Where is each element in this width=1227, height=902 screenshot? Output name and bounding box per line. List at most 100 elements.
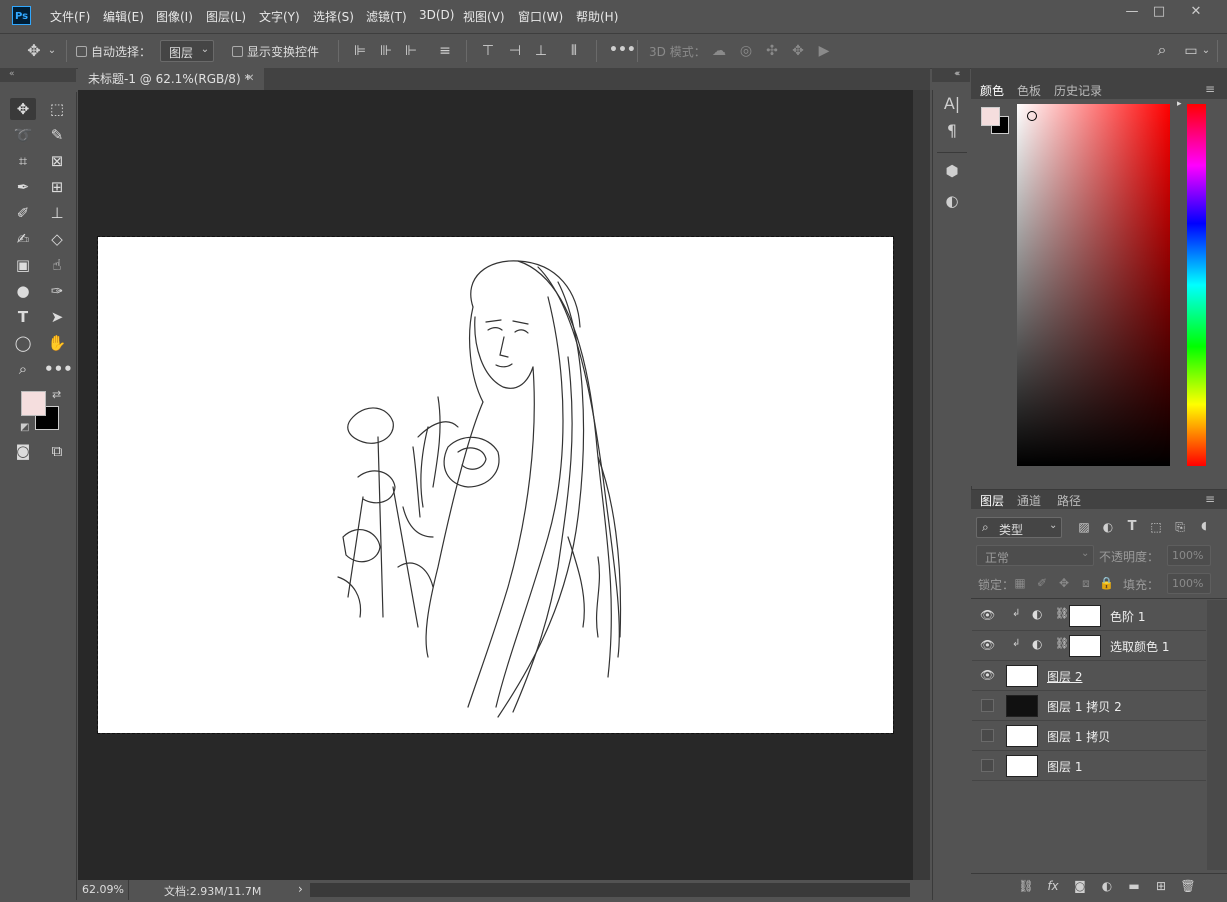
panel-dock-header[interactable]: «	[932, 68, 970, 82]
distribute-icon[interactable]: ≡	[437, 42, 453, 60]
quick-mask-icon[interactable]: ◙	[10, 440, 36, 462]
more-tools-icon[interactable]: •••	[44, 358, 73, 380]
align-center-icon[interactable]: ⊪	[378, 42, 394, 60]
zoom-level[interactable]: 62.09%	[82, 883, 124, 896]
layers-scrollbar[interactable]	[1207, 600, 1227, 870]
lock-position-icon[interactable]: ✥	[1057, 574, 1071, 592]
screen-mode-icon[interactable]: ⧉	[44, 440, 70, 462]
layer-thumbnail[interactable]	[1006, 665, 1038, 687]
layer-row[interactable]: 图层 1	[972, 751, 1206, 781]
tab-layers[interactable]: 图层	[980, 492, 1004, 509]
menu-window[interactable]: 窗口(W)	[518, 8, 563, 25]
layer-row[interactable]: 👁 ↲ ◐ ⛓ 色阶 1	[972, 601, 1206, 631]
layer-name[interactable]: 图层 1	[1047, 758, 1082, 775]
new-layer-icon[interactable]: ⊞	[1153, 877, 1169, 895]
layer-filter-dropdown[interactable]: ⌕ 类型 ⌄	[976, 517, 1062, 538]
filter-smart-object-icon[interactable]: ⎘	[1172, 518, 1188, 536]
layer-thumbnail[interactable]	[1006, 725, 1038, 747]
3d-panel-icon[interactable]: ⬢	[942, 162, 962, 180]
menu-help[interactable]: 帮助(H)	[576, 8, 618, 25]
eraser-tool-icon[interactable]: ◇	[44, 228, 70, 250]
eye-icon[interactable]: 👁	[980, 668, 995, 682]
lock-transparent-icon[interactable]: ▦	[1013, 574, 1027, 592]
chain-link-icon[interactable]: ⛓	[1055, 607, 1069, 620]
layer-row[interactable]: 👁 图层 2	[972, 661, 1206, 691]
more-options-icon[interactable]: •••	[609, 41, 636, 59]
crop-tool-icon[interactable]: ⌗	[10, 150, 36, 172]
chain-link-icon[interactable]: ⛓	[1055, 637, 1069, 650]
photoshop-logo-icon[interactable]: Ps	[12, 6, 31, 25]
tab-color[interactable]: 颜色	[980, 82, 1004, 99]
hue-slider[interactable]	[1187, 104, 1206, 466]
show-transform-checkbox[interactable]	[232, 46, 243, 57]
lasso-tool-icon[interactable]: ➰	[10, 124, 36, 146]
adjustments-panel-icon[interactable]: ◐	[942, 192, 962, 210]
marquee-tool-icon[interactable]: ⬚	[44, 98, 70, 120]
layer-name[interactable]: 色阶 1	[1110, 608, 1145, 625]
layer-mask-thumbnail[interactable]	[1069, 605, 1101, 627]
toolbox-header[interactable]: «	[0, 68, 76, 82]
collapse-icon[interactable]: «	[955, 68, 961, 81]
layer-row[interactable]: 图层 1 拷贝	[972, 721, 1206, 751]
menu-view[interactable]: 视图(V)	[463, 8, 505, 25]
layer-name[interactable]: 图层 1 拷贝	[1047, 728, 1110, 745]
fx-icon[interactable]: fx	[1045, 877, 1061, 895]
layer-thumbnail[interactable]	[1006, 755, 1038, 777]
menu-3d[interactable]: 3D(D)	[419, 8, 454, 22]
visibility-toggle[interactable]	[981, 729, 994, 742]
ellipse-tool-icon[interactable]: ◯	[10, 332, 36, 354]
distribute-vertical-icon[interactable]: ⫴	[566, 42, 582, 60]
move-tool-icon[interactable]: ✥	[10, 98, 36, 120]
lock-pixels-icon[interactable]: ✐	[1035, 574, 1049, 592]
layer-mask-thumbnail[interactable]	[1069, 635, 1101, 657]
swap-colors-icon[interactable]: ⇄	[52, 388, 61, 401]
folder-icon[interactable]: ▬	[1126, 877, 1142, 895]
tab-history[interactable]: 历史记录	[1054, 82, 1102, 99]
eye-icon[interactable]: 👁	[980, 608, 995, 622]
filter-shape-icon[interactable]: ⬚	[1148, 518, 1164, 536]
menu-image[interactable]: 图像(I)	[156, 8, 193, 25]
menu-filter[interactable]: 滤镜(T)	[366, 8, 407, 25]
layer-name[interactable]: 选取颜色 1	[1110, 638, 1169, 655]
eye-icon[interactable]: 👁	[980, 638, 995, 652]
workspace-icon[interactable]: ▭	[1182, 42, 1200, 60]
restore-button[interactable]: □	[1144, 2, 1174, 22]
eyedropper-tool-icon[interactable]: ✒	[10, 176, 36, 198]
document-size[interactable]: 文档:2.93M/11.7M	[164, 883, 261, 899]
close-tab-icon[interactable]: ✕	[246, 68, 254, 90]
color-panel-foreground-swatch[interactable]	[981, 107, 1000, 126]
path-select-tool-icon[interactable]: ➤	[44, 306, 70, 328]
menu-layer[interactable]: 图层(L)	[206, 8, 246, 25]
layer-row[interactable]: 图层 1 拷贝 2	[972, 691, 1206, 721]
filter-toggle-icon[interactable]: ◖	[1197, 517, 1211, 535]
link-icon[interactable]: ⛓	[1018, 877, 1034, 895]
trash-icon[interactable]: 🗑	[1180, 877, 1196, 895]
visibility-toggle[interactable]	[981, 759, 994, 772]
filter-type-icon[interactable]: T	[1124, 518, 1140, 536]
align-right-icon[interactable]: ⊩	[403, 42, 419, 60]
hue-slider-handle[interactable]: ▸	[1177, 99, 1182, 109]
status-menu-arrow[interactable]: ›	[298, 882, 303, 896]
menu-select[interactable]: 选择(S)	[313, 8, 354, 25]
adjustment-icon[interactable]: ◐	[1099, 877, 1115, 895]
document-tab[interactable]: 未标题-1 @ 62.1%(RGB/8) * ✕	[78, 68, 264, 90]
character-panel-icon[interactable]: A|	[942, 95, 962, 113]
search-icon[interactable]: ⌕	[1152, 41, 1172, 59]
healing-tool-icon[interactable]: ⊞	[44, 176, 70, 198]
menu-file[interactable]: 文件(F)	[50, 8, 90, 25]
menu-edit[interactable]: 编辑(E)	[103, 8, 144, 25]
mask-icon[interactable]: ◙	[1072, 877, 1088, 895]
zoom-tool-icon[interactable]: ⌕	[10, 358, 36, 380]
tab-swatches[interactable]: 色板	[1017, 82, 1041, 99]
paragraph-panel-icon[interactable]: ¶	[942, 122, 962, 140]
panel-menu-icon[interactable]: ≡	[1205, 82, 1215, 96]
3d-camera-icon[interactable]: ▶	[815, 42, 833, 60]
opacity-field[interactable]: 100%	[1167, 545, 1211, 566]
chevron-down-icon[interactable]: ⌄	[46, 42, 58, 60]
layer-name[interactable]: 图层 1 拷贝 2	[1047, 698, 1122, 715]
close-button[interactable]: ✕	[1181, 2, 1211, 22]
pen-tool-icon[interactable]: ✑	[44, 280, 70, 302]
align-left-icon[interactable]: ⊫	[352, 42, 368, 60]
chevron-down-icon[interactable]: ⌄	[1200, 42, 1212, 60]
blend-mode-dropdown[interactable]: 正常 ⌄	[976, 545, 1094, 566]
